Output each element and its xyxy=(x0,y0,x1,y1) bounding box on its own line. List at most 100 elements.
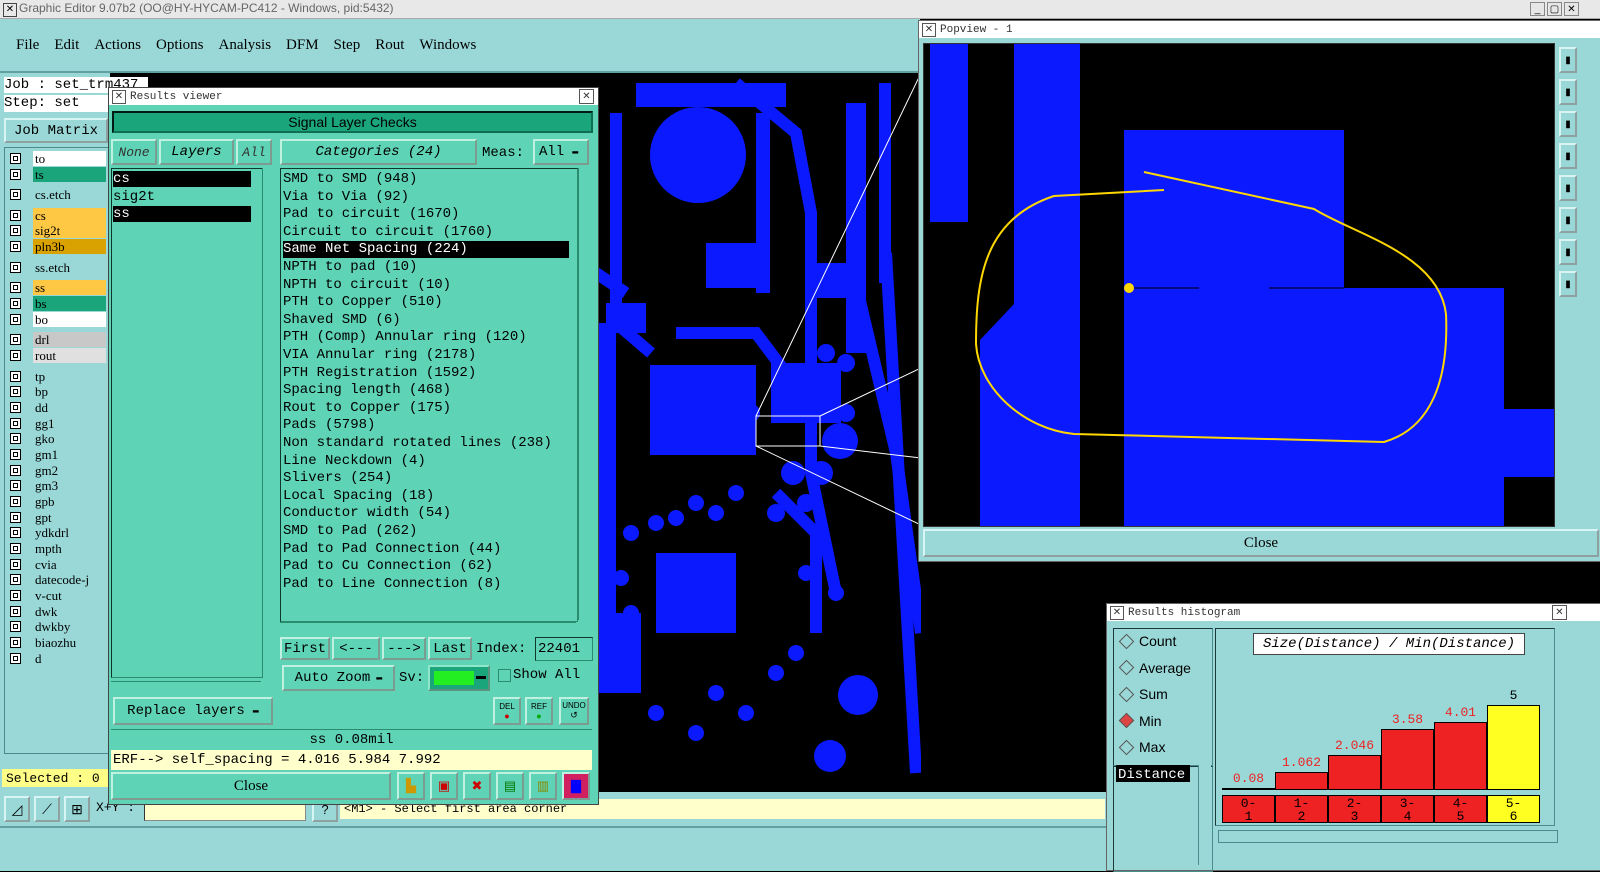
rv-layer-item[interactable]: cs xyxy=(113,171,251,187)
category-item[interactable]: Pad to Pad Connection (44) xyxy=(283,541,569,558)
popview-tool-6-icon[interactable]: ▮ xyxy=(1559,207,1577,233)
category-item[interactable]: SMD to SMD (948) xyxy=(283,171,569,188)
none-button[interactable]: None xyxy=(111,139,157,165)
histogram-option-count[interactable]: Count xyxy=(1118,631,1176,651)
prev-button[interactable]: <--- xyxy=(332,637,380,660)
layer-row-gpb[interactable]: gpb xyxy=(6,494,106,509)
layer-checkbox[interactable] xyxy=(10,386,21,397)
histogram-bar[interactable] xyxy=(1328,755,1381,790)
layer-row-ss[interactable]: ss xyxy=(6,280,106,295)
layer-row-ts[interactable]: ts xyxy=(6,167,106,182)
category-item[interactable]: Slivers (254) xyxy=(283,470,569,487)
layer-row-mpth[interactable]: mpth xyxy=(6,541,106,556)
category-item[interactable]: SMD to Pad (262) xyxy=(283,523,569,540)
layer-row-bp[interactable]: bp xyxy=(6,384,106,399)
category-item[interactable]: PTH to Copper (510) xyxy=(283,294,569,311)
layer-checkbox[interactable] xyxy=(10,153,21,164)
popview-tool-4-icon[interactable]: ▮ xyxy=(1559,143,1577,169)
radio-icon[interactable] xyxy=(1118,633,1135,649)
layer-checkbox[interactable] xyxy=(10,262,21,273)
all-button[interactable]: All xyxy=(236,139,272,165)
layer-checkbox[interactable] xyxy=(10,210,21,221)
layer-checkbox[interactable] xyxy=(10,543,21,554)
histogram-option-average[interactable]: Average xyxy=(1118,658,1191,678)
results-viewer-close-button[interactable]: Close xyxy=(111,772,391,800)
popview-tool-1-icon[interactable]: ▮ xyxy=(1559,47,1577,73)
category-item[interactable]: Circuit to circuit (1760) xyxy=(283,224,569,241)
first-button[interactable]: First xyxy=(280,637,330,660)
undo-button[interactable]: UNDO ↺ xyxy=(559,697,589,725)
popview-tool-5-icon[interactable]: ▮ xyxy=(1559,175,1577,201)
layer-checkbox[interactable] xyxy=(10,480,21,491)
category-item[interactable]: Shaved SMD (6) xyxy=(283,312,569,329)
layer-checkbox[interactable] xyxy=(10,371,21,382)
layer-checkbox[interactable] xyxy=(10,637,21,648)
sv-color-dropdown[interactable]: ▬ xyxy=(428,665,490,691)
layer-checkbox[interactable] xyxy=(10,574,21,585)
layer-checkbox[interactable] xyxy=(10,189,21,200)
histogram-bar[interactable] xyxy=(1487,705,1540,790)
layer-checkbox[interactable] xyxy=(10,621,21,632)
layer-row-gm1[interactable]: gm1 xyxy=(6,447,106,462)
radio-icon[interactable] xyxy=(1118,739,1135,755)
tool-grid-icon[interactable]: ⊞ xyxy=(64,796,90,822)
close-window-button[interactable]: ✕ xyxy=(1564,2,1579,16)
histogram-close-icon[interactable]: ✕ xyxy=(1552,605,1567,620)
rv-layer-item[interactable]: sig2t xyxy=(113,189,251,205)
layer-checkbox[interactable] xyxy=(10,512,21,523)
rv-histogram-icon[interactable]: ▇ xyxy=(562,772,590,800)
layer-row-v-cut[interactable]: v-cut xyxy=(6,588,106,603)
layer-row-gm2[interactable]: gm2 xyxy=(6,463,106,478)
radio-icon[interactable] xyxy=(1118,712,1135,729)
popview-tool-2-icon[interactable]: ▮ xyxy=(1559,79,1577,105)
layer-row-bs[interactable]: bs xyxy=(6,296,106,311)
next-button[interactable]: ---> xyxy=(382,637,426,660)
popview-canvas[interactable] xyxy=(923,43,1555,527)
layer-checkbox[interactable] xyxy=(10,282,21,293)
layer-row-pln3b[interactable]: pln3b xyxy=(6,239,106,254)
pcb-canvas[interactable] xyxy=(592,72,927,791)
layer-row-datecode-j[interactable]: datecode-j xyxy=(6,572,106,587)
layer-row-gpt[interactable]: gpt xyxy=(6,510,106,525)
histogram-bar[interactable] xyxy=(1381,729,1434,790)
layer-checkbox[interactable] xyxy=(10,465,21,476)
category-list-scrollbar[interactable] xyxy=(578,168,591,620)
category-list-hscrollbar[interactable] xyxy=(280,622,576,634)
layer-row-gg1[interactable]: gg1 xyxy=(6,416,106,431)
layer-row-dd[interactable]: dd xyxy=(6,400,106,415)
layer-checkbox[interactable] xyxy=(10,225,21,236)
histogram-option-max[interactable]: Max xyxy=(1118,737,1165,757)
menu-actions[interactable]: Actions xyxy=(94,37,141,54)
layer-row-dwk[interactable]: dwk xyxy=(6,604,106,619)
layer-checkbox[interactable] xyxy=(10,169,21,180)
layer-checkbox[interactable] xyxy=(10,559,21,570)
layer-row-gko[interactable]: gko xyxy=(6,431,106,446)
category-item[interactable]: PTH Registration (1592) xyxy=(283,365,569,382)
histogram-bar[interactable] xyxy=(1275,771,1328,790)
layer-row-biaozhu[interactable]: biaozhu xyxy=(6,635,106,650)
popview-tool-7-icon[interactable]: ▮ xyxy=(1559,239,1577,265)
rv-tool-1-icon[interactable]: ▙ xyxy=(397,772,425,800)
menu-file[interactable]: File xyxy=(16,37,39,54)
menu-analysis[interactable]: Analysis xyxy=(219,37,272,54)
layer-row-cs[interactable]: cs xyxy=(6,208,106,223)
distance-list-item[interactable]: Distance xyxy=(1116,765,1190,783)
layer-checkbox[interactable] xyxy=(10,606,21,617)
category-item[interactable]: Spacing length (468) xyxy=(283,382,569,399)
layer-checkbox[interactable] xyxy=(10,433,21,444)
category-item[interactable]: Via to Via (92) xyxy=(283,189,569,206)
radio-icon[interactable] xyxy=(1118,686,1135,702)
popview-tool-8-icon[interactable]: ▮ xyxy=(1559,271,1577,297)
histogram-option-min[interactable]: Min xyxy=(1118,711,1162,731)
popview-tool-3-icon[interactable]: ▮ xyxy=(1559,111,1577,137)
layer-row-drl[interactable]: drl xyxy=(6,332,106,347)
layer-row-to[interactable]: to xyxy=(6,151,106,166)
last-button[interactable]: Last xyxy=(428,637,472,660)
layer-row-bo[interactable]: bo xyxy=(6,312,106,327)
layer-checkbox[interactable] xyxy=(10,334,21,345)
popview-close-button[interactable]: Close xyxy=(923,529,1599,557)
rv-tool-3-icon[interactable]: ✖ xyxy=(463,772,491,800)
category-item[interactable]: Pad to circuit (1670) xyxy=(283,206,569,223)
minimize-button[interactable]: _ xyxy=(1530,2,1545,16)
category-item[interactable]: Pad to Line Connection (8) xyxy=(283,576,569,593)
